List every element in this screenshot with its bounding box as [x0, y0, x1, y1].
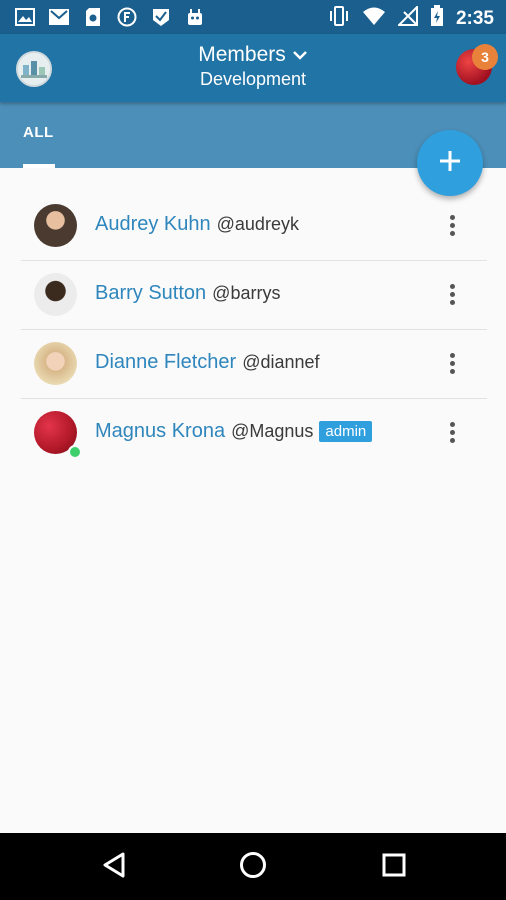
recents-icon: [381, 852, 407, 883]
back-button[interactable]: [98, 851, 130, 883]
page-title: Members: [198, 43, 286, 66]
app-bar: Members Development 3: [0, 34, 506, 102]
more-options-button[interactable]: [439, 281, 465, 307]
vibrate-icon: [328, 6, 350, 31]
recents-button[interactable]: [378, 851, 410, 883]
more-options-button[interactable]: [439, 419, 465, 445]
online-indicator: [68, 445, 82, 459]
list-item[interactable]: Audrey Kuhn @audreyk: [21, 192, 487, 261]
member-handle: @Magnus: [231, 421, 314, 441]
sd-card-icon: [82, 6, 104, 28]
member-name[interactable]: Dianne Fletcher: [95, 351, 236, 374]
status-bar: 2:35: [0, 0, 506, 34]
chevron-down-icon: [292, 42, 308, 68]
avatar: [34, 204, 77, 247]
tab-indicator: [23, 164, 55, 168]
list-item[interactable]: Dianne Fletcher @diannef: [21, 330, 487, 399]
more-options-button[interactable]: [439, 212, 465, 238]
f-circle-icon: [116, 6, 138, 28]
navigation-bar: [0, 833, 506, 900]
android-icon: [184, 6, 206, 28]
gmail-icon: [48, 6, 70, 28]
member-name[interactable]: Audrey Kuhn: [95, 213, 211, 236]
check-flag-icon: [150, 6, 172, 28]
page-subtitle: Development: [199, 69, 307, 89]
list-item[interactable]: Barry Sutton @barrys: [21, 261, 487, 330]
avatar: [34, 342, 77, 385]
tab-all[interactable]: ALL: [23, 124, 54, 141]
home-icon: [239, 851, 267, 884]
more-options-button[interactable]: [439, 350, 465, 376]
battery-charging-icon: [430, 5, 444, 32]
member-handle: @diannef: [242, 352, 320, 372]
add-member-button[interactable]: [417, 130, 483, 196]
member-handle: @audreyk: [216, 214, 299, 234]
member-name[interactable]: Barry Sutton: [95, 282, 206, 305]
avatar: [34, 273, 77, 316]
members-list: Audrey Kuhn @audreyk Barry Sutton @barry…: [21, 192, 487, 467]
member-handle: @barrys: [212, 283, 281, 303]
home-button[interactable]: [237, 851, 269, 883]
member-name[interactable]: Magnus Krona: [95, 420, 225, 443]
system-status: 2:35: [328, 4, 494, 32]
plus-icon: [438, 149, 462, 178]
clock: 2:35: [455, 7, 494, 29]
no-signal-icon: [396, 4, 418, 31]
notification-badge: 3: [472, 44, 498, 70]
list-item[interactable]: Magnus Krona @Magnus admin: [21, 399, 487, 467]
notification-icons: [14, 6, 206, 28]
admin-badge: admin: [319, 421, 373, 442]
back-icon: [101, 851, 127, 884]
channel-selector[interactable]: Members Development: [0, 42, 506, 90]
wifi-icon: [362, 6, 386, 31]
image-icon: [14, 6, 36, 28]
